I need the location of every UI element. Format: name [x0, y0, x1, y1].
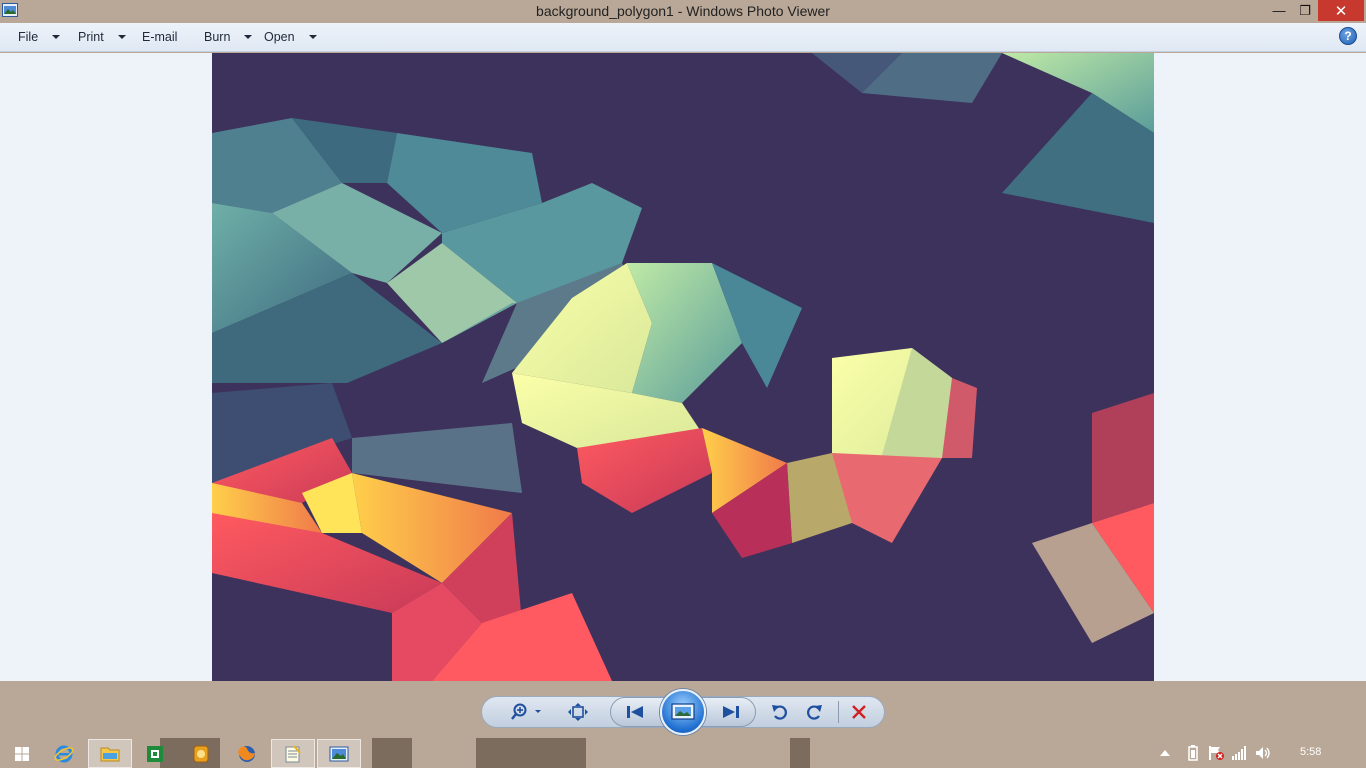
menu-email-label: E-mail [142, 30, 178, 44]
photo-viewer-icon [329, 746, 349, 761]
menu-burn-label: Burn [204, 30, 231, 44]
start-button[interactable] [0, 739, 44, 768]
rotate-clockwise-button[interactable] [802, 702, 826, 722]
previous-icon [627, 706, 643, 718]
menu-burn[interactable]: Burn [204, 23, 253, 51]
menu-print-label: Print [78, 30, 104, 44]
menu-file-label: File [18, 30, 39, 44]
menu-email[interactable]: E-mail [142, 23, 177, 51]
wallpaper-shadow [790, 738, 810, 768]
zoom-button[interactable] [508, 702, 544, 722]
app-icon [193, 745, 209, 762]
menu-print[interactable]: Print [78, 23, 126, 51]
close-button[interactable]: ✕ [1318, 0, 1364, 21]
battery-status[interactable] [1185, 745, 1201, 761]
battery-icon [1188, 745, 1198, 761]
network-status[interactable] [1230, 745, 1248, 761]
next-button[interactable] [716, 702, 746, 722]
chevron-down-icon [117, 35, 126, 39]
taskbar-app[interactable] [179, 739, 223, 768]
window-title: background_polygon1 - Windows Photo View… [536, 3, 830, 19]
menu-open[interactable]: Open [264, 23, 317, 51]
zoom-icon [511, 703, 541, 720]
rotate-counterclockwise-icon [772, 705, 787, 720]
delete-icon [852, 705, 866, 719]
windows-logo-icon [15, 746, 29, 761]
speaker-icon [1256, 747, 1270, 759]
folder-icon [100, 747, 120, 761]
title-bar: background_polygon1 - Windows Photo View… [0, 0, 1366, 23]
chevron-down-icon [244, 35, 253, 39]
action-center[interactable] [1206, 745, 1226, 761]
action-center-flag-icon [1209, 746, 1224, 760]
minimize-button[interactable]: — [1266, 0, 1292, 21]
taskbar-excel[interactable] [133, 739, 177, 768]
next-icon [723, 706, 739, 718]
excel-icon [147, 745, 163, 762]
image-viewport[interactable] [0, 53, 1366, 681]
restore-button[interactable]: ❐ [1292, 0, 1318, 21]
chevron-up-icon [1160, 750, 1170, 756]
volume-control[interactable] [1254, 745, 1272, 761]
chevron-down-icon [52, 35, 61, 39]
fit-to-window-icon [568, 703, 588, 721]
previous-button[interactable] [620, 702, 650, 722]
separator [838, 701, 839, 723]
taskbar-internet-explorer[interactable] [42, 739, 86, 768]
internet-explorer-icon [54, 745, 74, 762]
slideshow-icon [671, 703, 695, 720]
notepad-icon [285, 744, 301, 762]
signal-bars-icon [1232, 746, 1246, 760]
rotate-clockwise-icon [807, 705, 822, 720]
playback-control-bar [0, 681, 1366, 738]
menu-file[interactable]: File [18, 23, 61, 51]
delete-button[interactable] [846, 702, 872, 722]
wallpaper-shadow [476, 738, 586, 768]
show-hidden-icons-button[interactable] [1158, 745, 1172, 761]
menu-bar: File Print E-mail Burn Open ? [0, 23, 1366, 52]
displayed-photo [212, 53, 1154, 681]
menu-open-label: Open [264, 30, 295, 44]
wallpaper-shadow [372, 738, 412, 768]
taskbar: 5:58 [0, 738, 1366, 768]
taskbar-clock[interactable]: 5:58 [1300, 746, 1321, 758]
firefox-icon [238, 745, 255, 762]
taskbar-firefox[interactable] [225, 739, 269, 768]
taskbar-file-explorer[interactable] [88, 739, 132, 768]
taskbar-notepad[interactable] [271, 739, 315, 768]
help-button[interactable]: ? [1339, 27, 1357, 45]
actual-size-button[interactable] [566, 702, 590, 722]
slideshow-button[interactable] [660, 689, 706, 735]
chevron-down-icon [308, 35, 317, 39]
rotate-counterclockwise-button[interactable] [768, 702, 792, 722]
taskbar-photo-viewer[interactable] [317, 739, 361, 768]
